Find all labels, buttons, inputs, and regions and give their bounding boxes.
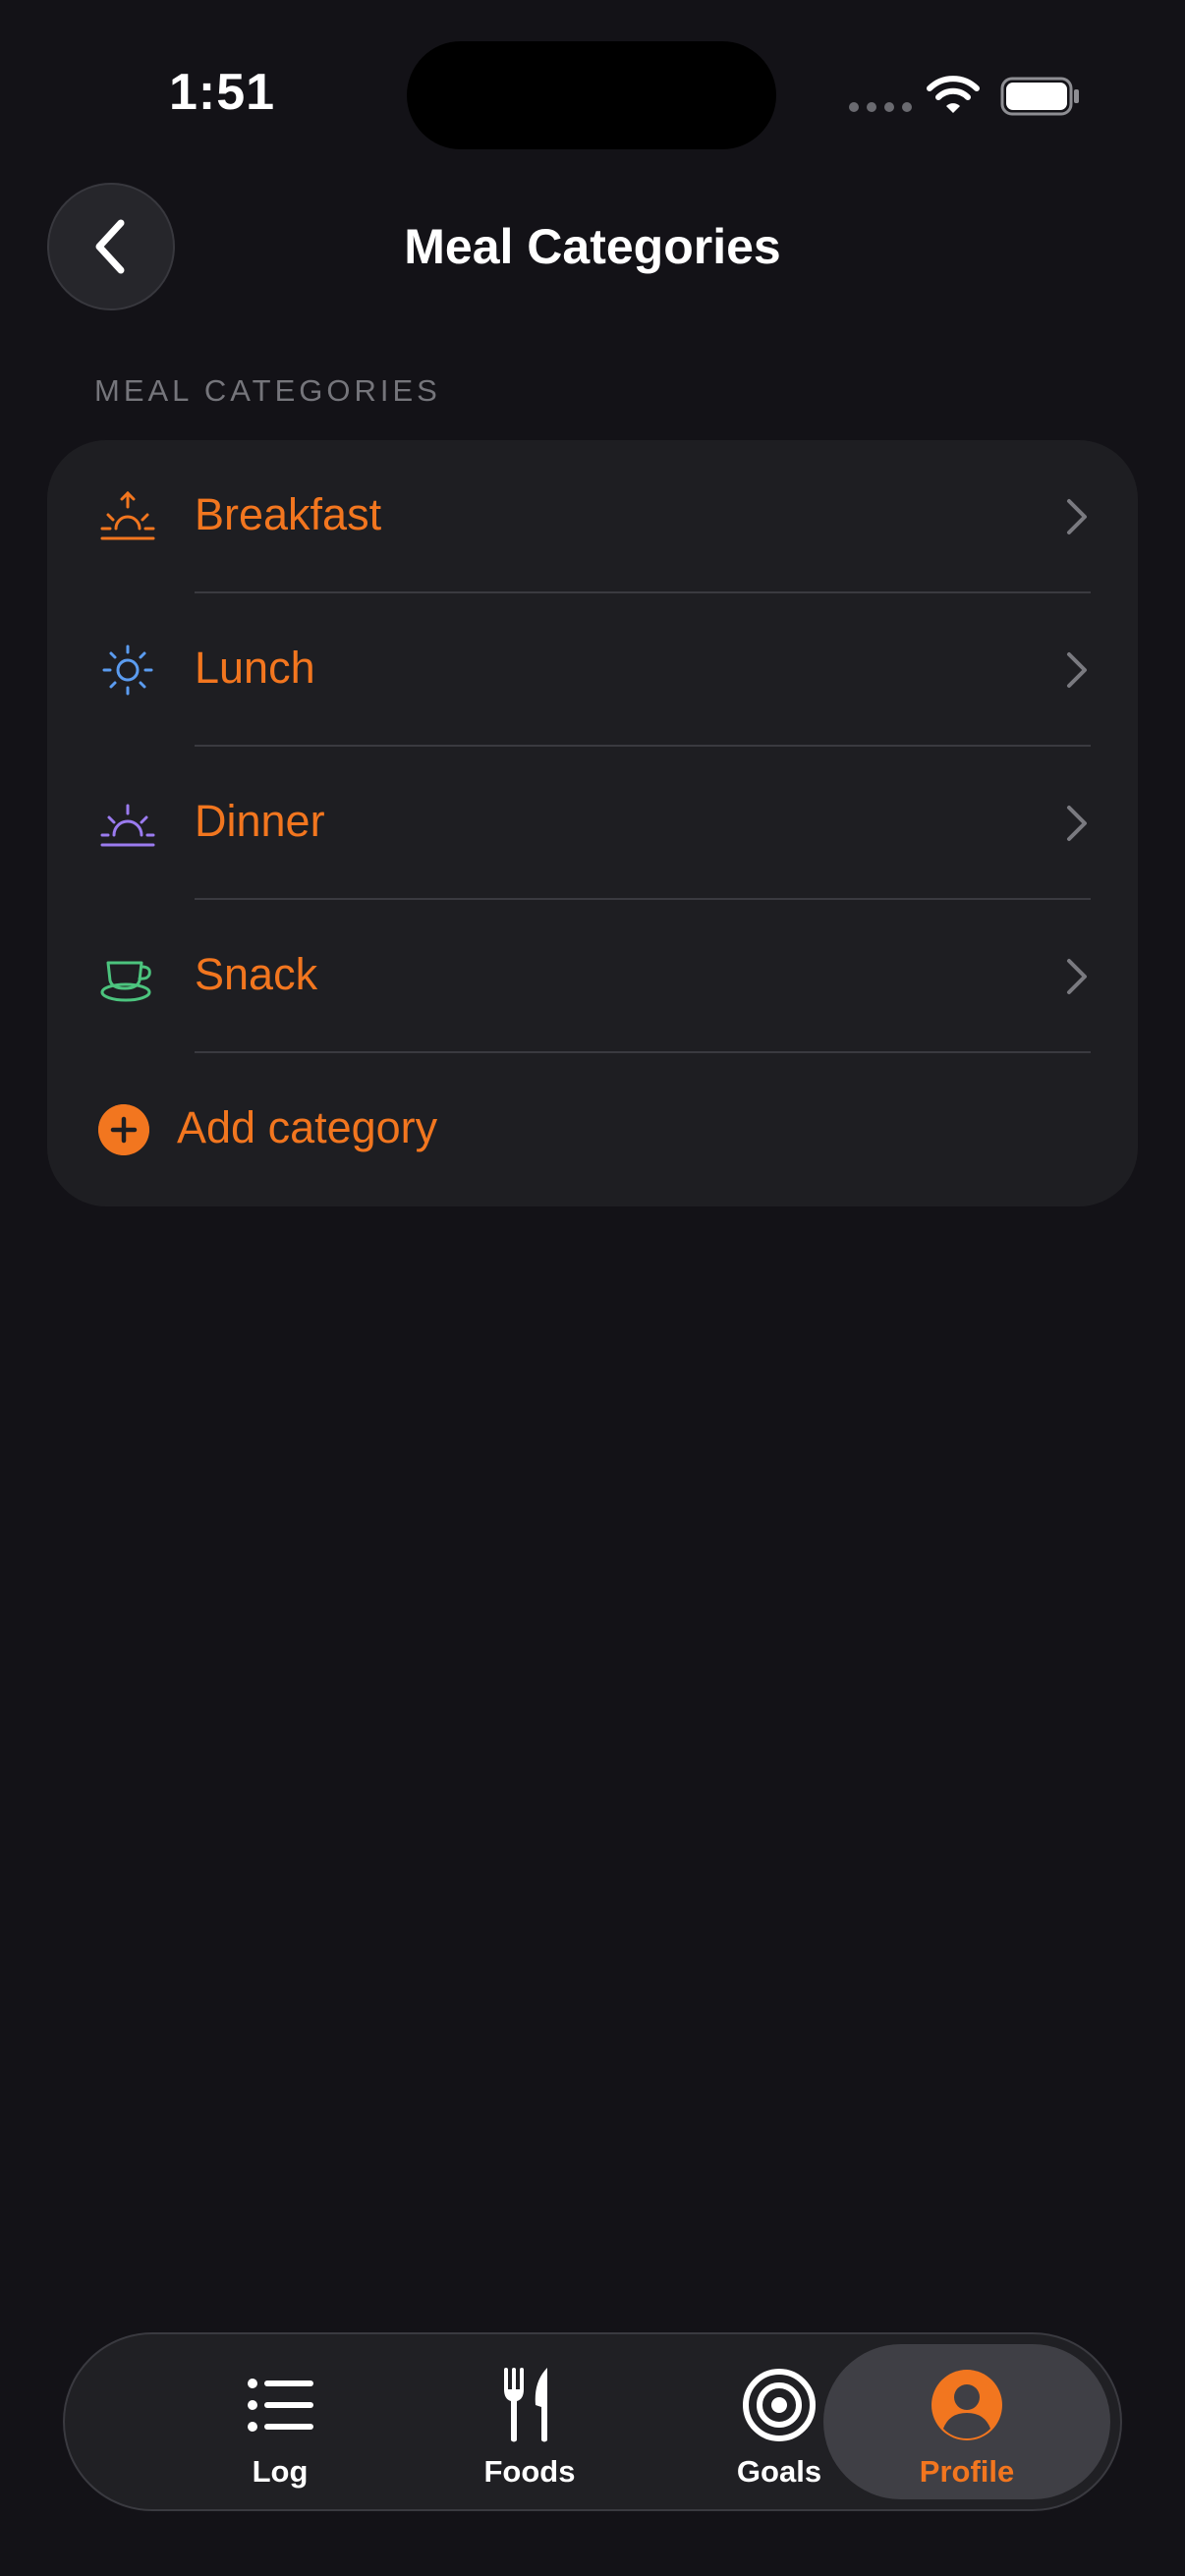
category-row-lunch[interactable]: Lunch (47, 593, 1138, 747)
cellular-signal-icon (849, 102, 912, 112)
list-icon (248, 2379, 313, 2432)
chevron-right-icon (1067, 652, 1087, 688)
category-label-lunch: Lunch (195, 643, 315, 693)
sunset-icon (100, 804, 155, 847)
category-label-dinner: Dinner (195, 796, 325, 846)
chevron-right-icon (1067, 499, 1087, 534)
category-label-snack: Snack (195, 949, 318, 999)
wifi-icon (927, 76, 980, 113)
chevron-right-icon (1067, 959, 1087, 994)
add-category-button[interactable]: Add category (47, 1053, 1138, 1206)
target-icon (743, 2369, 816, 2441)
meal-categories-list: Breakfast Lunch Dinner Snack Add categor… (47, 440, 1138, 1206)
battery-icon (1000, 77, 1079, 116)
sunrise-icon (100, 490, 155, 540)
cup-icon (100, 961, 151, 1002)
tab-log[interactable]: Log (155, 2334, 405, 2509)
sun-icon (102, 644, 153, 696)
tab-profile[interactable]: Profile (823, 2344, 1110, 2499)
tab-bar: Log Foods Goals Profile (63, 2332, 1122, 2511)
tab-label-profile: Profile (919, 2454, 1015, 2489)
chevron-right-icon (1067, 806, 1087, 841)
fork-knife-icon (504, 2368, 547, 2442)
plus-circle-icon (98, 1104, 149, 1155)
meal-categories-screen: 1:51 Meal Categories MEAL CATEGORIES Bre… (0, 0, 1185, 2576)
category-row-dinner[interactable]: Dinner (47, 747, 1138, 900)
add-category-label: Add category (177, 1102, 438, 1152)
category-row-breakfast[interactable]: Breakfast (47, 440, 1138, 593)
page-title: Meal Categories (404, 219, 781, 274)
status-time: 1:51 (169, 64, 276, 121)
dynamic-island (407, 41, 776, 149)
tab-label-log: Log (252, 2454, 309, 2489)
person-circle-icon (931, 2370, 1002, 2440)
tab-label-foods: Foods (483, 2454, 576, 2489)
tab-foods[interactable]: Foods (405, 2334, 654, 2509)
category-label-breakfast: Breakfast (195, 489, 382, 539)
section-header: MEAL CATEGORIES (94, 373, 441, 408)
category-row-snack[interactable]: Snack (47, 900, 1138, 1053)
